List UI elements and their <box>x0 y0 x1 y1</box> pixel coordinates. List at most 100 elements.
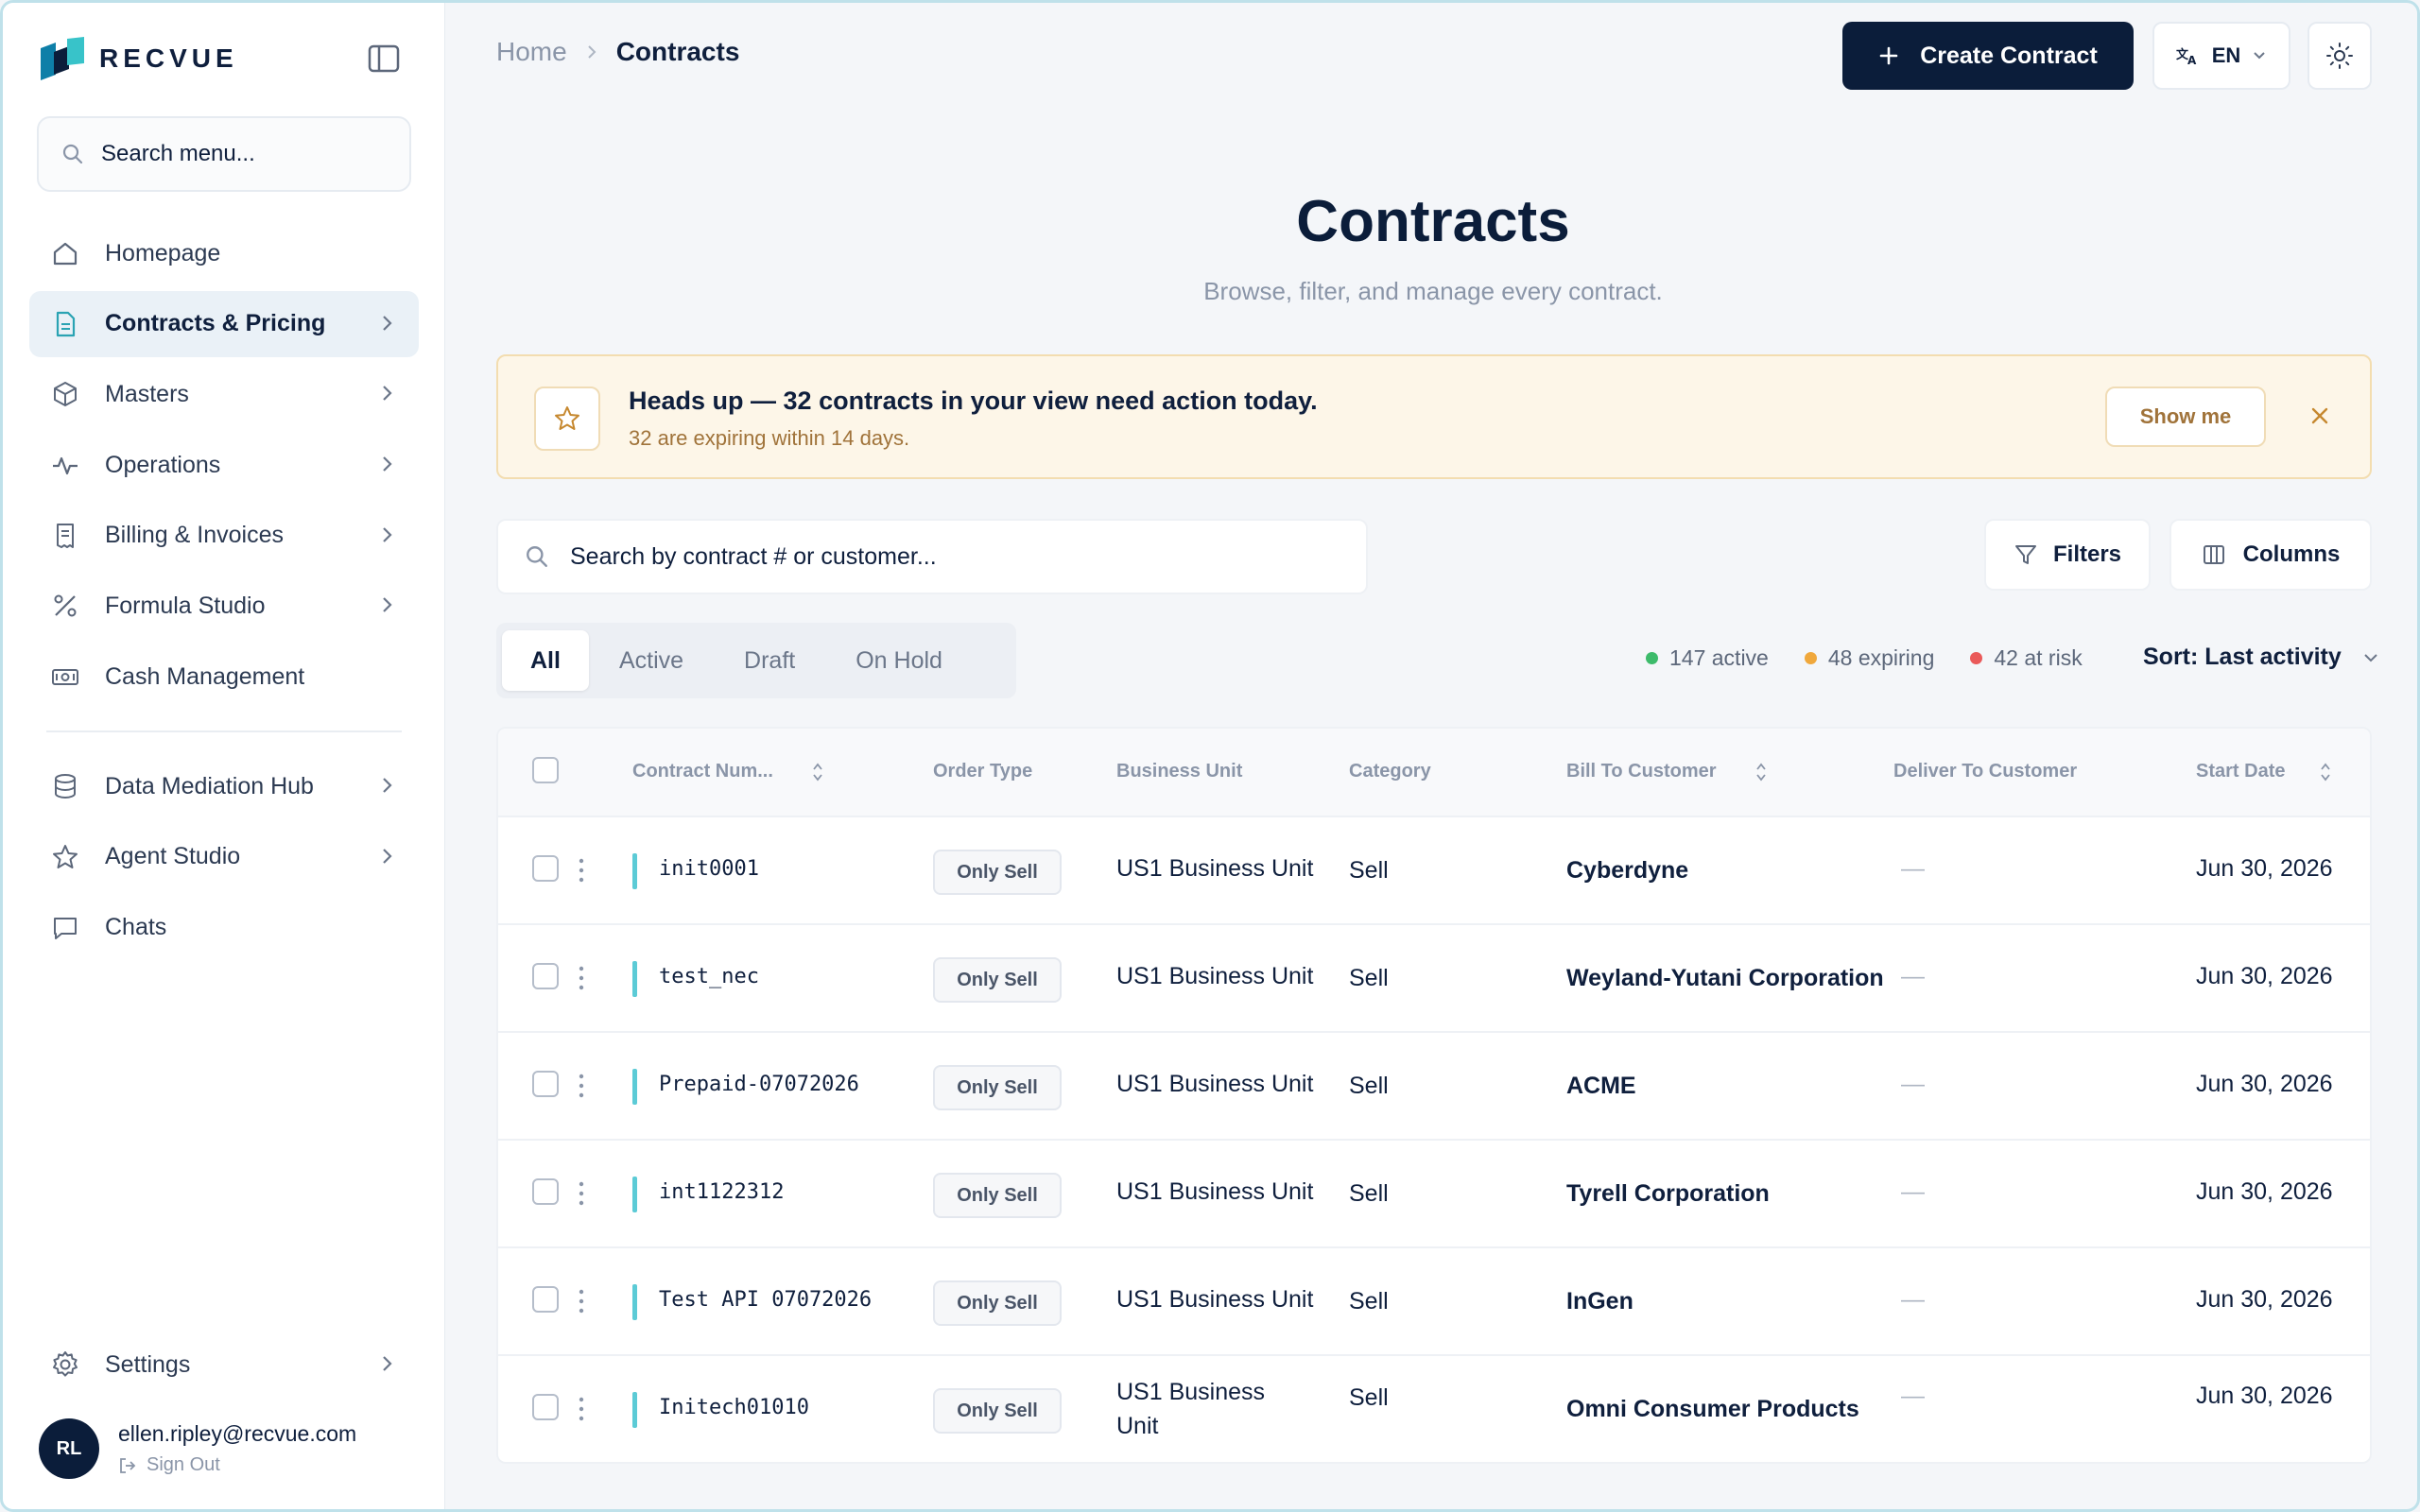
category-cell: Sell <box>1349 857 1389 884</box>
chevron-right-icon <box>383 1356 392 1371</box>
breadcrumb-home[interactable]: Home <box>496 37 567 67</box>
bill-to-customer-cell: Omni Consumer Products <box>1566 1396 1859 1422</box>
sidebar-item-chats[interactable]: Chats <box>29 895 419 961</box>
more-options-icon[interactable] <box>578 1288 585 1314</box>
contract-search-input[interactable]: Search by contract # or customer... <box>496 519 1368 594</box>
contract-number-link[interactable]: Initech01010 <box>659 1396 809 1419</box>
document-icon <box>50 309 80 339</box>
table-row[interactable]: init0001 Only Sell US1 Business Unit Sel… <box>498 817 2370 925</box>
bill-to-customer-cell: Tyrell Corporation <box>1566 1180 1770 1207</box>
contract-number-link[interactable]: init0001 <box>659 857 759 881</box>
start-date-cell: Jun 30, 2026 <box>2196 1071 2333 1097</box>
close-alert-button[interactable] <box>2306 402 2334 430</box>
sidebar-item-formula-studio[interactable]: Formula Studio <box>29 573 419 639</box>
contract-number-link[interactable]: int1122312 <box>659 1180 784 1204</box>
column-header-start-date[interactable]: Start Date <box>2196 761 2332 782</box>
table-row[interactable]: Initech01010 Only Sell US1 Business Unit… <box>498 1356 2370 1462</box>
tab-active[interactable]: Active <box>589 630 714 691</box>
more-options-icon[interactable] <box>578 965 585 991</box>
sidebar-item-homepage[interactable]: Homepage <box>29 220 419 286</box>
row-accent-bar <box>632 1284 637 1320</box>
cube-icon <box>50 379 80 409</box>
tab-on-hold[interactable]: On Hold <box>825 630 973 691</box>
order-type-badge: Only Sell <box>933 850 1062 895</box>
column-header-category[interactable]: Category <box>1349 761 1431 782</box>
start-date-cell: Jun 30, 2026 <box>2196 1178 2333 1205</box>
row-checkbox[interactable] <box>532 1394 559 1420</box>
start-date-cell: Jun 30, 2026 <box>2196 855 2333 882</box>
contract-number-link[interactable]: test_nec <box>659 965 759 988</box>
more-options-icon[interactable] <box>578 1073 585 1099</box>
language-select[interactable]: 文A EN <box>2152 22 2290 90</box>
sidebar-item-billing-invoices[interactable]: Billing & Invoices <box>29 503 419 569</box>
column-header-deliver-to-customer[interactable]: Deliver To Customer <box>1893 761 2077 782</box>
sidebar-item-masters[interactable]: Masters <box>29 361 419 427</box>
columns-label: Columns <box>2242 541 2341 567</box>
contract-number-link[interactable]: Prepaid-07072026 <box>659 1073 859 1096</box>
table-row[interactable]: Test API 07072026 Only Sell US1 Business… <box>498 1248 2370 1356</box>
category-cell: Sell <box>1349 1180 1389 1207</box>
contract-number-link[interactable]: Test API 07072026 <box>659 1288 872 1312</box>
table-row[interactable]: test_nec Only Sell US1 Business Unit Sel… <box>498 925 2370 1033</box>
recvue-logo-icon <box>41 37 84 80</box>
stat-at-risk-label: 42 at risk <box>1994 645 2083 670</box>
column-header-business-unit[interactable]: Business Unit <box>1116 761 1242 782</box>
table-header: Contract Num... Order Type Business Unit… <box>498 729 2370 817</box>
tab-draft[interactable]: Draft <box>714 630 825 691</box>
user-email: ellen.ripley@recvue.com <box>118 1421 357 1446</box>
logout-icon <box>120 1457 136 1473</box>
business-unit-cell: US1 Business Unit <box>1116 1178 1314 1205</box>
sidebar-item-settings[interactable]: Settings <box>29 1332 419 1398</box>
stat-active: 147 active <box>1646 645 1769 671</box>
sidebar-item-cash-management[interactable]: Cash Management <box>29 644 419 710</box>
table-row[interactable]: Prepaid-07072026 Only Sell US1 Business … <box>498 1033 2370 1141</box>
select-all-checkbox[interactable] <box>532 757 559 783</box>
menu-search-input[interactable]: Search menu... <box>37 116 411 192</box>
sidebar-item-data-mediation-hub[interactable]: Data Mediation Hub <box>29 753 419 819</box>
sidebar-item-agent-studio[interactable]: Agent Studio <box>29 824 419 890</box>
column-header-contract-number[interactable]: Contract Num... <box>632 761 824 782</box>
filter-icon <box>2014 545 2036 564</box>
row-accent-bar <box>632 1177 637 1212</box>
contract-search-placeholder: Search by contract # or customer... <box>570 542 937 570</box>
theme-toggle-button[interactable] <box>2308 22 2372 90</box>
search-icon <box>62 144 83 164</box>
row-checkbox[interactable] <box>532 1071 559 1097</box>
create-contract-button[interactable]: Create Contract <box>1842 22 2134 90</box>
more-options-icon[interactable] <box>578 1396 585 1422</box>
order-type-badge: Only Sell <box>933 1173 1062 1218</box>
sidebar: RECVUE Search menu... Homepage Contracts… <box>3 3 445 1509</box>
more-options-icon[interactable] <box>578 1180 585 1207</box>
brand-logo[interactable]: RECVUE <box>39 37 238 80</box>
row-checkbox[interactable] <box>532 855 559 882</box>
show-me-button[interactable]: Show me <box>2105 387 2266 447</box>
columns-button[interactable]: Columns <box>2169 519 2372 591</box>
more-options-icon[interactable] <box>578 857 585 884</box>
table-row[interactable]: int1122312 Only Sell US1 Business Unit S… <box>498 1141 2370 1248</box>
row-checkbox[interactable] <box>532 1286 559 1313</box>
sidebar-item-operations[interactable]: Operations <box>29 432 419 498</box>
sort-select[interactable]: Sort: Last activity <box>2143 644 2379 671</box>
chevron-down-icon <box>2364 653 2377 662</box>
deliver-to-customer-cell: — <box>1901 1383 1925 1409</box>
tab-all[interactable]: All <box>502 630 589 691</box>
category-cell: Sell <box>1349 1288 1389 1314</box>
sort-icon <box>813 763 822 781</box>
chevron-down-icon <box>2254 52 2265 60</box>
sidebar-toggle-button[interactable] <box>368 44 400 73</box>
filters-label: Filters <box>2052 541 2122 567</box>
filters-button[interactable]: Filters <box>1984 519 2151 591</box>
column-header-order-type[interactable]: Order Type <box>933 761 1032 782</box>
order-type-badge: Only Sell <box>933 957 1062 1003</box>
sign-out-link[interactable]: Sign Out <box>118 1454 356 1476</box>
chevron-right-icon <box>383 778 392 793</box>
start-date-cell: Jun 30, 2026 <box>2196 1286 2333 1313</box>
avatar[interactable]: RL <box>39 1418 99 1479</box>
sidebar-item-contracts-pricing[interactable]: Contracts & Pricing <box>29 290 419 357</box>
sidebar-item-label: Billing & Invoices <box>105 522 284 549</box>
chevron-right-icon <box>383 597 392 613</box>
bill-to-customer-cell: InGen <box>1566 1288 1634 1314</box>
column-header-bill-to-customer[interactable]: Bill To Customer <box>1566 761 1768 782</box>
row-checkbox[interactable] <box>532 963 559 989</box>
row-checkbox[interactable] <box>532 1178 559 1205</box>
